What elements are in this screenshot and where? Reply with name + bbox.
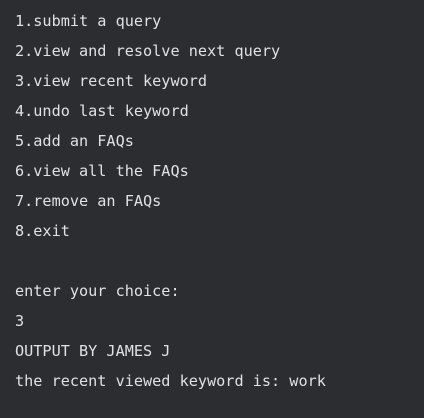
menu-item-view-resolve-query: 2.view and resolve next query <box>15 42 281 60</box>
user-choice-input[interactable]: 3 <box>15 306 24 336</box>
menu-item-submit-query: 1.submit a query <box>15 12 162 30</box>
result-line: the recent viewed keyword is: work <box>15 372 326 390</box>
output-header: OUTPUT BY JAMES J <box>15 342 171 360</box>
menu-item-exit: 8.exit <box>15 222 70 240</box>
menu-item-view-recent-keyword: 3.view recent keyword <box>15 72 208 90</box>
console-output: 1.submit a query 2.view and resolve next… <box>0 0 424 418</box>
menu-item-view-all-faqs: 6.view all the FAQs <box>15 162 189 180</box>
choice-prompt: enter your choice: <box>15 282 180 300</box>
menu-item-add-faqs: 5.add an FAQs <box>15 132 134 150</box>
menu-item-undo-last-keyword: 4.undo last keyword <box>15 102 189 120</box>
menu-item-remove-faqs: 7.remove an FAQs <box>15 192 162 210</box>
